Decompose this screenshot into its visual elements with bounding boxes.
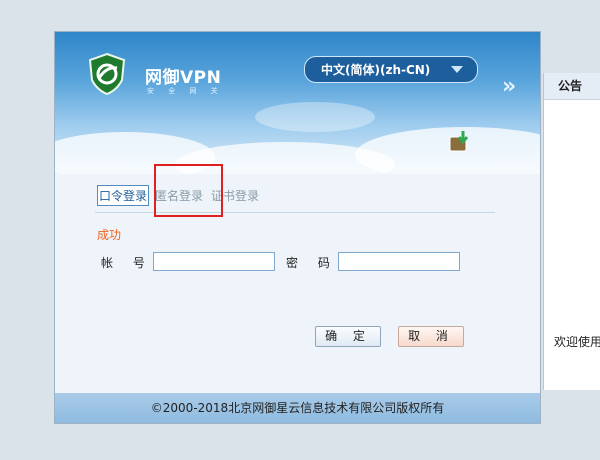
- brand-name: 网御VPN: [145, 68, 222, 88]
- password-input[interactable]: [338, 252, 460, 271]
- double-chevron-right-icon[interactable]: »: [502, 74, 516, 99]
- language-select[interactable]: 中文(简体)(zh-CN): [304, 56, 478, 83]
- status-text: 成功: [97, 228, 122, 242]
- confirm-button[interactable]: 确 定: [315, 326, 381, 347]
- tab-password-login[interactable]: 口令登录: [97, 185, 150, 206]
- cloud-decoration: [255, 102, 375, 132]
- footer-copyright: ©2000-2018北京网御星云信息技术有限公司版权所有: [55, 393, 540, 423]
- highlight-box: [154, 164, 223, 217]
- cloud-decoration: [355, 127, 540, 174]
- login-panel: 网御VPN 安 全 网 关 中文(简体)(zh-CN) » 口令登录 匿名登录 …: [54, 31, 541, 424]
- language-select-value: 中文(简体)(zh-CN): [321, 63, 431, 77]
- announcement-title: 公告: [544, 73, 600, 100]
- cancel-button[interactable]: 取 消: [398, 326, 464, 347]
- announcement-panel: 公告 欢迎使用: [543, 73, 600, 390]
- brand-subtitle: 安 全 网 关: [147, 87, 224, 95]
- dropdown-caret-icon: [451, 66, 463, 73]
- announcement-text: 欢迎使用: [554, 335, 600, 349]
- download-icon[interactable]: [449, 129, 471, 153]
- shield-logo-icon: [88, 52, 126, 96]
- account-input[interactable]: [153, 252, 275, 271]
- login-header: 网御VPN 安 全 网 关 中文(简体)(zh-CN) »: [55, 32, 540, 174]
